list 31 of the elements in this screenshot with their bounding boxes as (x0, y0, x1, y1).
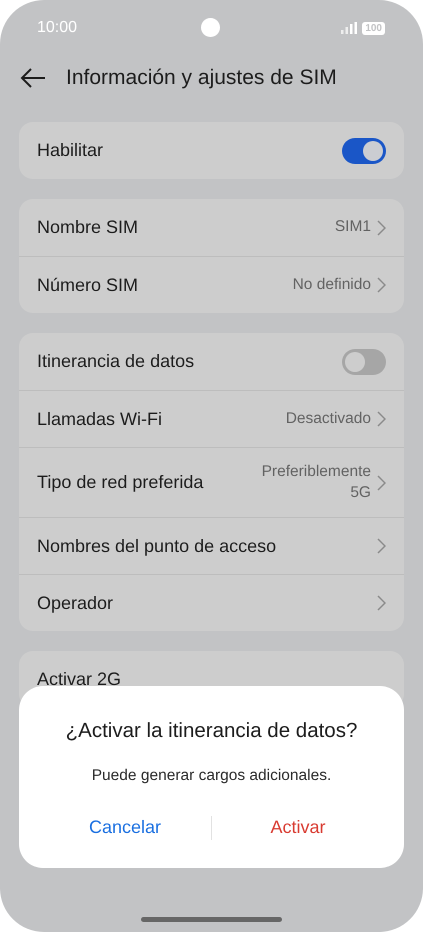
chevron-right-icon (377, 474, 386, 490)
setting-label[interactable]: Tipo de red preferida (37, 472, 246, 493)
setting-value: SIM1 (334, 217, 371, 238)
setting-label[interactable]: Activar 2G (37, 669, 386, 690)
setting-label[interactable]: Operador (37, 592, 377, 614)
signal-icon (341, 22, 358, 34)
battery-icon: 100 (362, 22, 385, 34)
toggle-switch[interactable] (342, 348, 386, 374)
setting-label[interactable]: Nombres del punto de acceso (37, 536, 377, 556)
chevron-right-icon (377, 411, 386, 427)
setting-value: Preferiblemente 5G (260, 462, 371, 502)
setting-label[interactable]: Llamadas Wi-Fi (37, 408, 286, 430)
cancel-button[interactable]: Cancelar (39, 807, 211, 848)
chevron-right-icon (377, 538, 386, 554)
dialog-title: ¿Activar la itinerancia de datos? (66, 719, 358, 743)
setting-label[interactable]: Nombre SIM (37, 217, 335, 238)
chevron-right-icon (377, 277, 386, 293)
back-icon[interactable] (20, 68, 46, 88)
confirm-button[interactable]: Activar (212, 807, 384, 848)
setting-label[interactable]: Itinerancia de datos (37, 351, 342, 372)
dialog-message: Puede generar cargos adicionales. (92, 767, 332, 785)
toggle-switch[interactable] (342, 138, 386, 164)
chevron-right-icon (377, 595, 386, 611)
setting-value: No definido (292, 274, 371, 295)
camera-cutout (201, 18, 220, 37)
page-title: Información y ajustes de SIM (66, 66, 337, 90)
status-time: 10:00 (37, 19, 78, 37)
chevron-right-icon (377, 220, 386, 236)
setting-value: Desactivado (286, 408, 371, 429)
setting-label[interactable]: Número SIM (37, 274, 293, 296)
setting-label[interactable]: Habilitar (37, 140, 342, 161)
